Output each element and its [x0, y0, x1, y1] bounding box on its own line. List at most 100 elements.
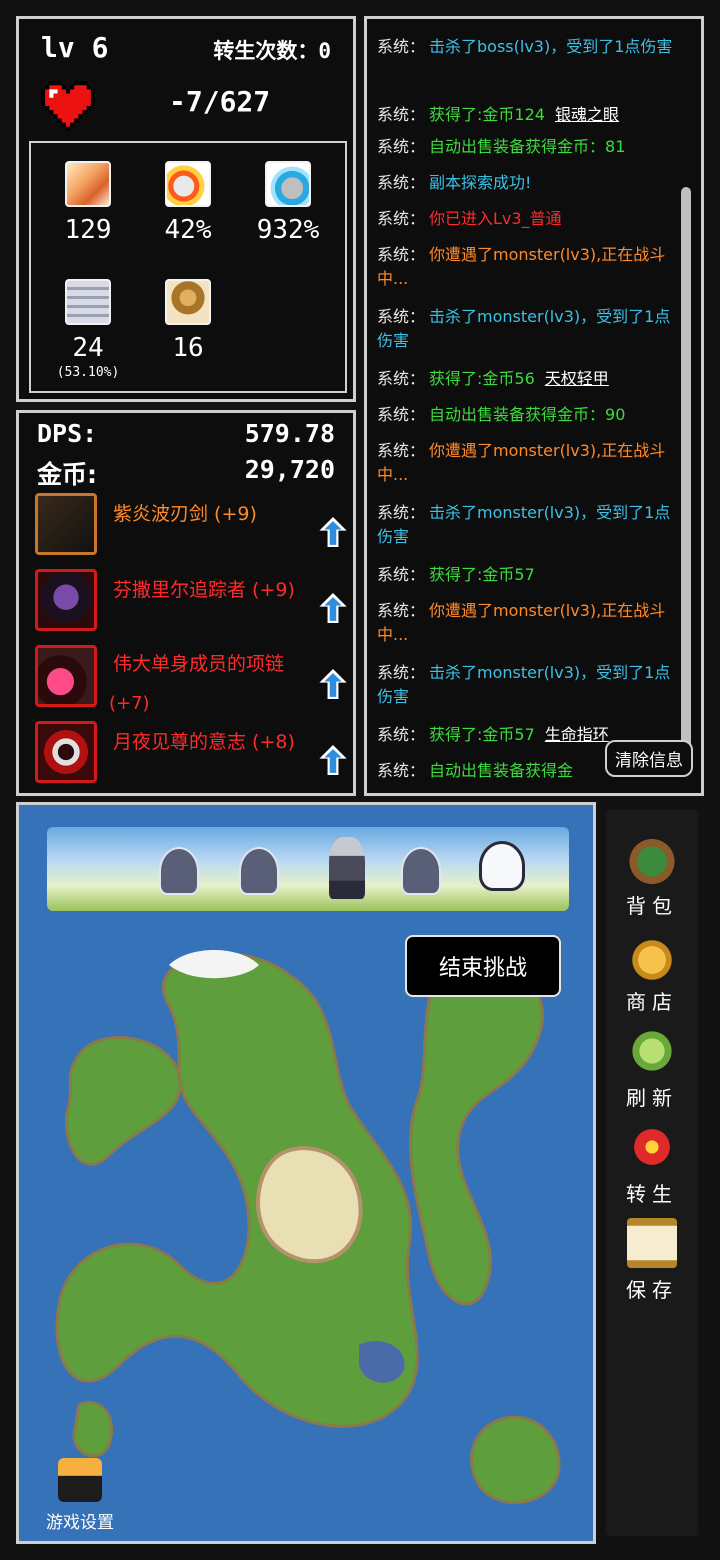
equipment-panel: DPS: 579.78 金币: 29,720 紫炎波刃剑 (+9) 芬撒里尔追踪…	[16, 410, 356, 796]
upgrade-arrow-icon[interactable]	[319, 669, 347, 699]
coins-icon	[627, 930, 677, 980]
player-stats-panel: lv 6 转生次数：0 -7/627 129 42% 932% 24 (53.1…	[16, 16, 356, 402]
log-entry: 系统： 击杀了monster(lv3)，受到了1点伤害	[377, 501, 677, 549]
settings-cube-icon	[58, 1458, 102, 1502]
log-source-label: 系统：	[377, 137, 426, 156]
side-menu: 背包 商店 刷新 转生 保存	[606, 810, 698, 1536]
log-source-label: 系统：	[377, 173, 426, 192]
log-message: 获得了:金币57	[429, 725, 535, 744]
shield-icon	[65, 279, 111, 325]
equipment-slot-helm[interactable]: 芬撒里尔追踪者 (+9)	[35, 569, 347, 635]
log-message: 副本探索成功!	[429, 173, 532, 192]
log-source-label: 系统：	[377, 105, 426, 124]
log-entry: 系统： 击杀了monster(lv3)，受到了1点伤害	[377, 305, 677, 353]
log-message: 获得了:金币56	[429, 369, 535, 388]
log-source-label: 系统：	[377, 503, 426, 522]
log-source-label: 系统：	[377, 405, 426, 424]
log-source-label: 系统：	[377, 601, 426, 620]
log-entry: 系统： 你已进入Lv3_普通	[377, 207, 677, 231]
hunter-item-icon	[35, 569, 97, 631]
island-map-image[interactable]	[19, 805, 593, 1541]
log-source-label: 系统：	[377, 663, 426, 682]
log-entry: 系统： 你遭遇了monster(lv3),正在战斗中...	[377, 599, 677, 647]
equipment-slot-weapon[interactable]: 紫炎波刃剑 (+9)	[35, 493, 347, 559]
equipment-slot-ring[interactable]: 月夜见尊的意志 (+8)	[35, 721, 347, 787]
log-message: 获得了:金币124	[429, 105, 545, 124]
necklace-item-icon	[35, 645, 97, 707]
log-entry: 系统： 你遭遇了monster(lv3),正在战斗中...	[377, 439, 677, 487]
log-source-label: 系统：	[377, 209, 426, 228]
log-entry: 系统： 自动出售装备获得金币：90	[377, 403, 677, 427]
backpack-icon	[627, 834, 677, 884]
upgrade-arrow-icon[interactable]	[319, 593, 347, 623]
log-entry: 系统： 击杀了boss(lv3)，受到了1点伤害	[377, 35, 677, 59]
log-message: 自动出售装备获得金币：90	[429, 405, 626, 424]
crit-rate-icon	[165, 161, 211, 207]
log-scrollbar[interactable]	[681, 187, 691, 769]
hp-value: -7/627	[169, 85, 271, 118]
log-message: 你已进入Lv3_普通	[429, 209, 562, 228]
log-item-link[interactable]: 生命指环	[545, 725, 609, 744]
log-entry: 系统： 获得了:金币56 天权轻甲	[377, 367, 677, 391]
log-source-label: 系统：	[377, 761, 426, 780]
refresh-button[interactable]: 刷新	[606, 1026, 698, 1111]
log-message: 自动出售装备获得金币：81	[429, 137, 626, 156]
gold-value: 29,720	[244, 455, 335, 484]
backpack-button[interactable]: 背包	[606, 834, 698, 919]
log-source-label: 系统：	[377, 245, 426, 264]
player-level: lv 6	[41, 31, 109, 64]
upgrade-arrow-icon[interactable]	[319, 745, 347, 775]
rebirth-count: 转生次数：0	[213, 39, 331, 63]
sword-icon	[65, 161, 111, 207]
sword-item-icon	[35, 493, 97, 555]
ring-item-icon	[35, 721, 97, 783]
log-entry: 系统： 自动出售装备获得金币：81	[377, 135, 677, 159]
clear-log-button[interactable]: 清除信息	[605, 740, 693, 777]
save-scroll-icon	[627, 1218, 677, 1268]
end-challenge-button[interactable]: 结束挑战	[405, 935, 561, 997]
battle-strip	[47, 827, 569, 911]
save-button[interactable]: 保存	[606, 1218, 698, 1303]
heart-icon	[41, 81, 95, 131]
white-ghost-icon	[479, 841, 525, 891]
ghost-enemy-icon	[239, 847, 279, 895]
log-source-label: 系统：	[377, 441, 426, 460]
log-message: 自动出售装备获得金	[429, 761, 574, 780]
crit-damage-stat: 932%	[243, 161, 333, 245]
log-entry: 系统： 击杀了monster(lv3)，受到了1点伤害	[377, 661, 677, 709]
ghost-enemy-icon	[401, 847, 441, 895]
game-settings-button[interactable]: 游戏设置	[35, 1458, 125, 1533]
log-source-label: 系统：	[377, 37, 426, 56]
log-item-link[interactable]: 天权轻甲	[545, 369, 609, 388]
scroll-refresh-icon	[627, 1026, 677, 1076]
log-entry: 系统： 你遭遇了monster(lv3),正在战斗中...	[377, 243, 677, 291]
crit-rate-stat: 42%	[143, 161, 233, 245]
armor-stat: 16	[143, 279, 233, 363]
log-entry: 系统： 获得了:金币57	[377, 563, 677, 587]
dps-value: 579.78	[244, 419, 335, 448]
rebirth-button[interactable]: 转生	[606, 1122, 698, 1207]
hero-knight-icon	[329, 837, 365, 899]
defense-stat: 24 (53.10%)	[43, 279, 133, 380]
log-item-link[interactable]: 银魂之眼	[555, 105, 619, 124]
armor-icon	[165, 279, 211, 325]
system-log-panel[interactable]: 系统： 击杀了boss(lv3)，受到了1点伤害 系统： 获得了:金币124 银魂之眼系…	[364, 16, 704, 796]
log-entry: 系统： 副本探索成功!	[377, 171, 677, 195]
log-source-label: 系统：	[377, 725, 426, 744]
log-entry: 系统： 获得了:金币124 银魂之眼	[377, 103, 677, 127]
crit-damage-icon	[265, 161, 311, 207]
attack-stat: 129	[43, 161, 133, 245]
equipment-slot-necklace[interactable]: 伟大单身成员的项链 (+7)	[35, 645, 347, 714]
rebirth-icon	[627, 1122, 677, 1172]
log-source-label: 系统：	[377, 369, 426, 388]
upgrade-arrow-icon[interactable]	[319, 517, 347, 547]
log-message: 击杀了boss(lv3)，受到了1点伤害	[429, 37, 673, 56]
gold-row: 金币: 29,720	[37, 455, 335, 489]
log-source-label: 系统：	[377, 565, 426, 584]
world-map[interactable]: 结束挑战 游戏设置	[16, 802, 596, 1544]
shop-button[interactable]: 商店	[606, 930, 698, 1015]
log-source-label: 系统：	[377, 307, 426, 326]
log-message: 获得了:金币57	[429, 565, 535, 584]
dps-row: DPS: 579.78	[37, 419, 335, 448]
attribute-grid: 129 42% 932% 24 (53.10%) 16	[29, 141, 347, 393]
